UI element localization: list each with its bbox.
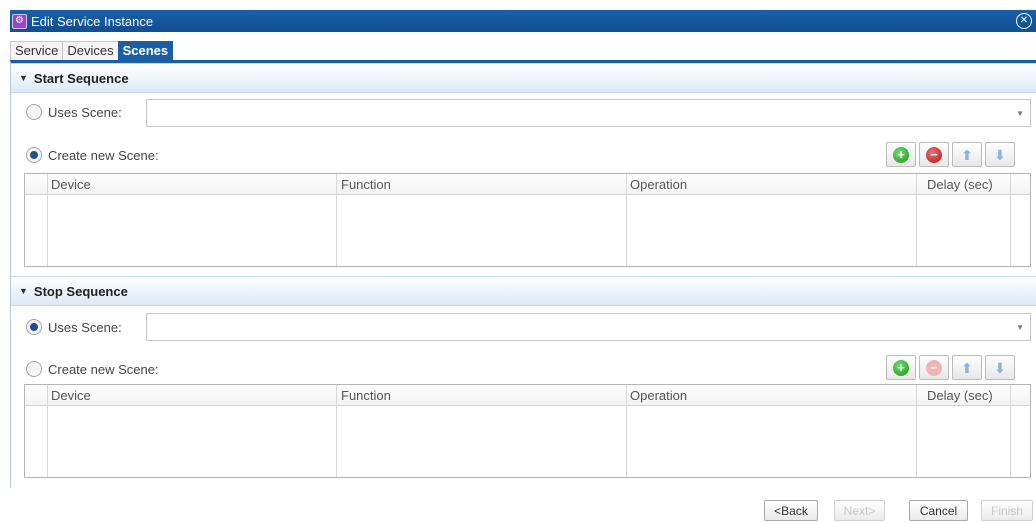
- column-header-delay[interactable]: Delay (sec): [927, 388, 993, 403]
- start-sequence-title: Start Sequence: [33, 70, 129, 86]
- column-divider: [626, 385, 627, 477]
- start-sequence-header[interactable]: ▼ Start Sequence: [11, 63, 1036, 93]
- close-icon[interactable]: ✕: [1016, 13, 1032, 29]
- column-divider: [336, 174, 337, 266]
- start-create-new-label: Create new Scene:: [48, 147, 159, 163]
- dropdown-arrow-icon: ▼: [1016, 323, 1024, 332]
- stop-uses-scene-radio[interactable]: [26, 319, 42, 335]
- start-move-up-button[interactable]: ⬆: [952, 142, 982, 167]
- table-header: [25, 385, 1030, 406]
- stop-move-up-button[interactable]: ⬆: [952, 355, 982, 380]
- dropdown-arrow-icon: ▼: [1016, 109, 1024, 118]
- start-add-button[interactable]: +: [886, 142, 916, 167]
- start-create-new-row: Create new Scene:: [26, 147, 159, 163]
- tab-service[interactable]: Service: [10, 41, 64, 60]
- arrow-down-icon: ⬇: [994, 359, 1006, 376]
- column-header-operation[interactable]: Operation: [630, 177, 687, 192]
- back-button[interactable]: <Back: [764, 500, 818, 521]
- column-header-operation[interactable]: Operation: [630, 388, 687, 403]
- stop-sequence-header[interactable]: ▼ Stop Sequence: [11, 276, 1036, 306]
- stop-scene-toolbar: + − ⬆ ⬇: [886, 355, 1015, 380]
- stop-uses-scene-row: Uses Scene:: [26, 319, 122, 335]
- tab-scenes[interactable]: Scenes: [117, 41, 174, 60]
- minus-icon: −: [926, 359, 942, 376]
- column-header-delay[interactable]: Delay (sec): [927, 177, 993, 192]
- plus-icon: +: [893, 146, 909, 163]
- app-icon: ⚙: [12, 13, 27, 29]
- stop-create-new-label: Create new Scene:: [48, 361, 159, 377]
- stop-uses-scene-select[interactable]: ▼: [146, 313, 1031, 341]
- arrow-up-icon: ⬆: [961, 146, 973, 163]
- start-uses-scene-row: Uses Scene:: [26, 104, 122, 120]
- start-uses-scene-select[interactable]: ▼: [146, 99, 1031, 127]
- start-create-new-radio[interactable]: [26, 147, 42, 163]
- start-move-down-button[interactable]: ⬇: [985, 142, 1015, 167]
- plus-icon: +: [893, 359, 909, 376]
- title-bar: ⚙ Edit Service Instance ✕: [10, 10, 1036, 32]
- stop-remove-button[interactable]: −: [919, 355, 949, 380]
- stop-create-new-radio[interactable]: [26, 361, 42, 377]
- column-divider: [336, 385, 337, 477]
- start-remove-button[interactable]: −: [919, 142, 949, 167]
- column-header-device[interactable]: Device: [51, 177, 91, 192]
- finish-button[interactable]: Finish: [981, 500, 1033, 521]
- window-title: Edit Service Instance: [31, 13, 154, 29]
- minus-icon: −: [926, 146, 942, 163]
- arrow-up-icon: ⬆: [961, 359, 973, 376]
- arrow-down-icon: ⬇: [994, 146, 1006, 163]
- start-scene-table: Device Function Operation Delay (sec): [24, 173, 1031, 267]
- stop-move-down-button[interactable]: ⬇: [985, 355, 1015, 380]
- column-divider: [916, 385, 917, 477]
- column-divider: [916, 174, 917, 266]
- tab-bar: Service Devices Scenes: [10, 41, 174, 60]
- table-header: [25, 174, 1030, 195]
- stop-scene-table: Device Function Operation Delay (sec): [24, 384, 1031, 478]
- stop-add-button[interactable]: +: [886, 355, 916, 380]
- stop-create-new-row: Create new Scene:: [26, 361, 159, 377]
- stop-uses-scene-label: Uses Scene:: [48, 319, 122, 335]
- column-header-function[interactable]: Function: [341, 388, 391, 403]
- column-divider: [47, 385, 48, 477]
- start-uses-scene-label: Uses Scene:: [48, 104, 122, 120]
- column-divider: [47, 174, 48, 266]
- column-header-function[interactable]: Function: [341, 177, 391, 192]
- cancel-button[interactable]: Cancel: [909, 500, 968, 521]
- column-divider: [1010, 385, 1011, 477]
- next-button[interactable]: Next>: [834, 500, 885, 521]
- start-scene-toolbar: + − ⬆ ⬇: [886, 142, 1015, 167]
- column-divider: [1010, 174, 1011, 266]
- collapse-triangle-icon: ▼: [19, 286, 28, 296]
- column-divider: [626, 174, 627, 266]
- stop-sequence-title: Stop Sequence: [33, 283, 128, 299]
- column-header-device[interactable]: Device: [51, 388, 91, 403]
- tab-devices[interactable]: Devices: [62, 41, 119, 60]
- start-uses-scene-radio[interactable]: [26, 104, 42, 120]
- collapse-triangle-icon: ▼: [19, 73, 28, 83]
